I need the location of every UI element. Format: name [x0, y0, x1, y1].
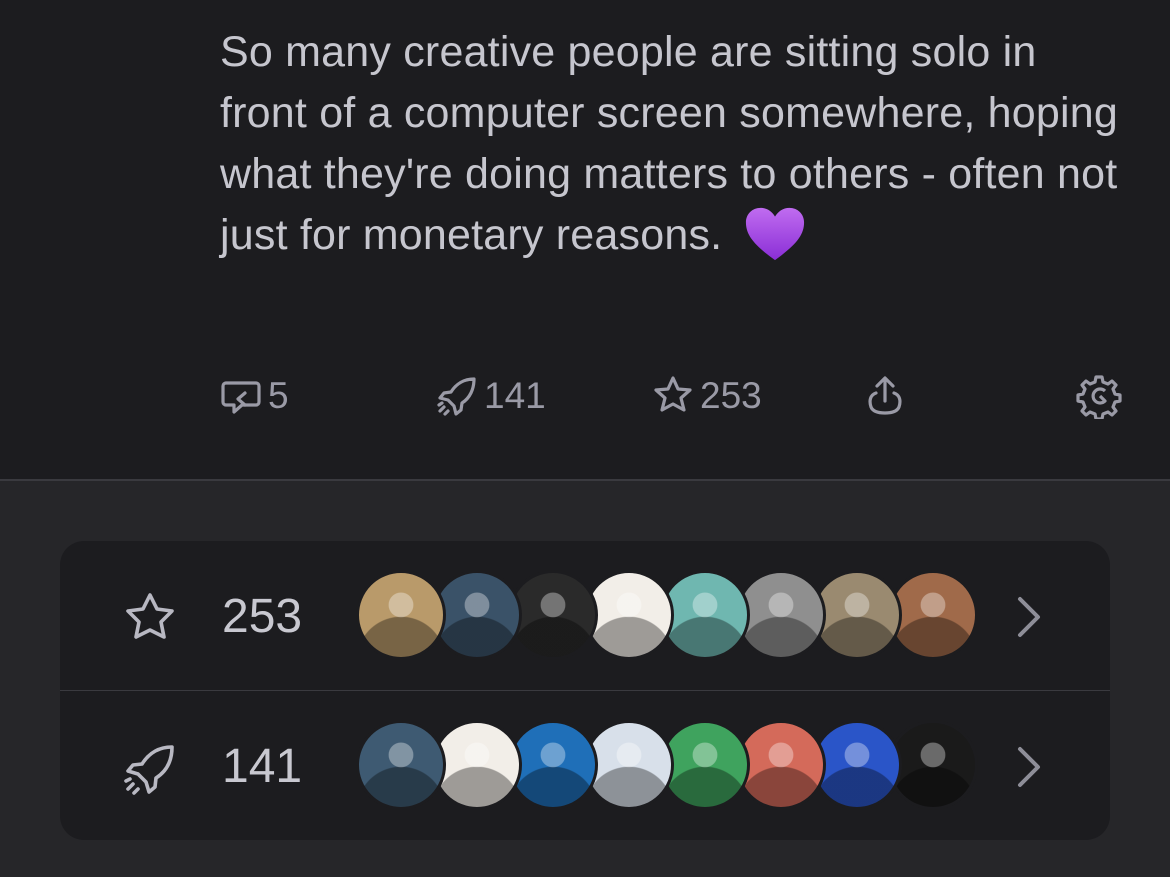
rocket-icon	[437, 377, 476, 416]
favorites-count: 253	[222, 590, 303, 643]
post: So many creative people are sitting solo…	[0, 0, 1170, 480]
share-button[interactable]	[862, 368, 912, 424]
section-divider	[0, 479, 1170, 481]
boost-count: 141	[484, 375, 546, 416]
boosts-row[interactable]: 141	[60, 691, 1110, 840]
interactions-card: 253 141	[60, 541, 1110, 840]
chevron-right-icon	[1018, 747, 1040, 787]
boosts-count: 141	[222, 740, 303, 793]
post-content: So many creative people are sitting solo…	[220, 22, 1120, 266]
post-actions: 5 141 253	[0, 368, 1170, 424]
reply-icon	[221, 381, 261, 414]
post-text: So many creative people are sitting solo…	[220, 28, 1118, 259]
boost-button[interactable]: 141	[434, 368, 546, 424]
more-options-button[interactable]	[1076, 368, 1126, 424]
avatar[interactable]	[356, 570, 446, 660]
share-icon	[868, 376, 902, 415]
purple-heart-emoji	[746, 207, 805, 261]
gear-icon	[1076, 375, 1122, 419]
star-icon	[126, 593, 174, 639]
favorite-count: 253	[700, 375, 762, 416]
chevron-right-icon	[1018, 597, 1040, 637]
star-icon	[654, 376, 692, 412]
favorites-row[interactable]: 253	[60, 541, 1110, 690]
reply-button[interactable]: 5	[218, 368, 289, 424]
favorite-button[interactable]: 253	[650, 368, 762, 424]
reply-count: 5	[268, 375, 289, 416]
rocket-icon	[124, 745, 174, 795]
avatar[interactable]	[356, 720, 446, 810]
